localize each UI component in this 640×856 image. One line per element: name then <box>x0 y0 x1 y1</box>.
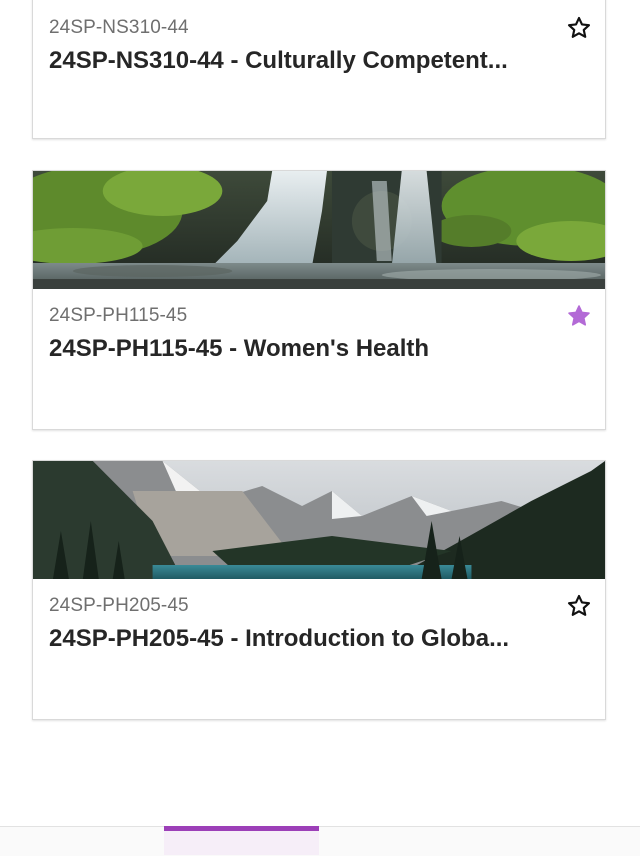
favorite-star-icon[interactable] <box>566 593 592 619</box>
course-code: 24SP-PH205-45 <box>49 595 189 616</box>
course-title[interactable]: 24SP-PH115-45 - Women's Health <box>49 335 549 363</box>
active-tab-indicator <box>164 826 319 831</box>
course-card[interactable]: 24SP-NS310-44 24SP-NS310-44 - Culturally… <box>32 0 606 139</box>
course-banner-image <box>33 461 605 579</box>
course-code: 24SP-NS310-44 <box>49 17 189 38</box>
course-title[interactable]: 24SP-PH205-45 - Introduction to Globa... <box>49 625 549 653</box>
course-banner-image <box>33 171 605 289</box>
favorite-star-icon[interactable] <box>566 303 592 329</box>
course-code: 24SP-PH115-45 <box>49 305 188 326</box>
favorite-star-icon[interactable] <box>566 15 592 41</box>
course-card[interactable]: 24SP-PH115-45 24SP-PH115-45 - Women's He… <box>32 170 606 430</box>
bottom-nav-bar <box>0 826 640 856</box>
course-card[interactable]: 24SP-PH205-45 24SP-PH205-45 - Introducti… <box>32 460 606 720</box>
course-title[interactable]: 24SP-NS310-44 - Culturally Competent... <box>49 47 549 75</box>
bottom-nav-active-tab[interactable] <box>164 831 319 855</box>
